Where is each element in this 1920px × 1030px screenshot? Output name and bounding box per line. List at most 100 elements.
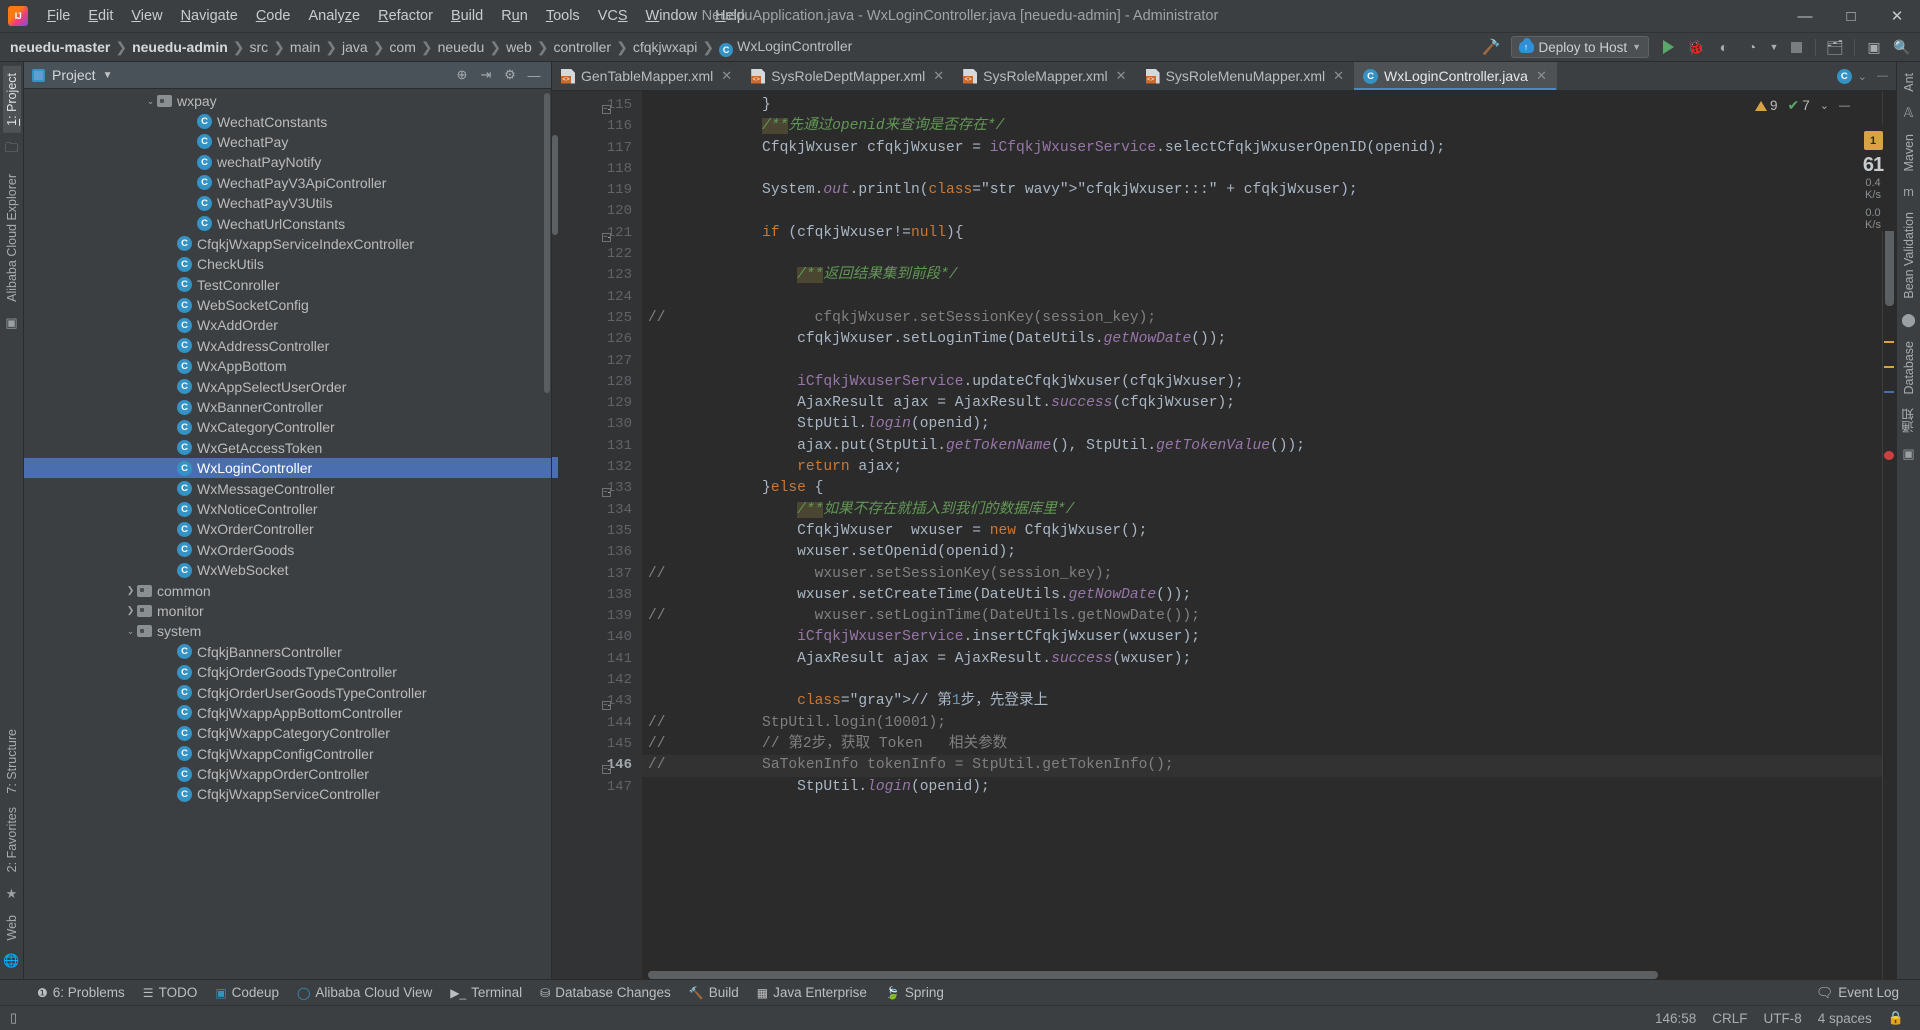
breadcrumb-item-1[interactable]: neuedu-admin [128,38,232,56]
bean-icon[interactable]: ⬤ [1901,306,1916,334]
line-number[interactable]: 122 [552,244,642,265]
tree-node[interactable]: •C CfqkjOrderUserGoodsTypeController [24,682,551,702]
tree-node[interactable]: •C WxCategoryController [24,417,551,437]
line-separator[interactable]: CRLF [1712,1011,1747,1026]
sidebar-item-database[interactable]: Database [1900,334,1918,402]
editor-gutter[interactable]: − − − − −115 116 117 118 119 120 121 122 123 124 125 12… [552,91,642,979]
menu-window[interactable]: Window [637,4,707,28]
breadcrumb-item-6[interactable]: neuedu [434,38,489,56]
weak-warning-count[interactable]: ✔ 7 [1788,97,1810,114]
line-number[interactable]: 142 [552,670,642,691]
chevron-down-icon[interactable]: ▼ [103,70,113,81]
tree-node[interactable]: •C CfqkjWxappOrderController [24,764,551,784]
horizontal-scrollbar-thumb[interactable] [648,971,1658,979]
run-configuration-selector[interactable]: Deploy to Host ▼ [1510,36,1649,58]
code-line[interactable]: }else { [642,478,1882,499]
web-icon[interactable]: 🌐 [3,947,19,975]
project-tree[interactable]: ⌄wxpay•CWechatConstants•CWechatPay•Cwech… [24,89,551,979]
editor-tab-bar[interactable]: GenTableMapper.xml✕SysRoleDeptMapper.xml… [552,62,1896,91]
coverage-icon[interactable]: ◐ [1710,35,1738,59]
sidebar-item-maven[interactable]: Maven [1900,127,1918,179]
star-icon[interactable]: ★ [6,880,18,908]
code-line[interactable]: wxuser.setCreateTime(DateUtils.getNowDat… [642,585,1882,606]
inspection-badge[interactable]: 1 [1863,131,1883,150]
tree-node[interactable]: •C TestConroller [24,275,551,295]
tree-node[interactable]: •C CfqkjBannersController [24,642,551,662]
settings-gear-icon[interactable]: ⚙ [499,64,521,86]
code-line[interactable]: // cfqkjWxuser.setSessionKey(session_key… [642,308,1882,329]
menu-tools[interactable]: Tools [537,4,589,28]
maven-icon[interactable]: m [1903,178,1914,205]
breadcrumb-item-5[interactable]: com [385,38,419,56]
menu-build[interactable]: Build [442,4,492,28]
hide-tabs-icon[interactable]: — [1873,70,1892,82]
breadcrumb-item-0[interactable]: neuedu-master [6,38,114,56]
code-line[interactable]: // wxuser.setSessionKey(session_key); [642,564,1882,585]
sidebar-item-project[interactable]: 1: Project [2,66,21,133]
tool-window-button-java-enterprise[interactable]: ▦ Java Enterprise [748,983,876,1002]
code-line[interactable] [642,244,1882,265]
chevron-down-icon[interactable]: ▼ [1766,35,1782,59]
code-line[interactable]: StpUtil.login(openid); [642,414,1882,435]
line-number[interactable]: 143 [552,691,642,712]
project-structure-icon[interactable]: 🗂 [1821,35,1849,59]
sidebar-item-alibaba-cloud-explorer[interactable]: Alibaba Cloud Explorer [3,167,21,309]
tree-node[interactable]: •C WxAddressController [24,336,551,356]
tree-node[interactable]: •C WxGetAccessToken [24,438,551,458]
cloud-toolkit-icon[interactable]: ▣ [5,309,17,337]
status-left-icon[interactable]: ▯ [10,1010,17,1026]
scrollbar-thumb[interactable] [1885,221,1894,306]
tool-window-button-build[interactable]: 🔨 Build [680,983,748,1002]
code-line[interactable]: if (cfqkjWxuser!=null){ [642,223,1882,244]
menu-run[interactable]: Run [492,4,537,28]
menu-code[interactable]: Code [247,4,300,28]
tree-node[interactable]: •C WxAppSelectUserOrder [24,376,551,396]
line-number[interactable]: 118 [552,159,642,180]
chevron-down-icon[interactable]: ⌄ [1854,70,1871,83]
sidebar-item-bean-validation[interactable]: Bean Validation [1900,205,1918,306]
close-icon[interactable]: ✕ [1333,68,1344,84]
code-line[interactable]: // // 第2步，获取 Token 相关参数 [642,734,1882,755]
caret-position[interactable]: 146:58 [1655,1011,1696,1026]
menu-navigate[interactable]: Navigate [172,4,247,28]
indent-setting[interactable]: 4 spaces [1818,1011,1872,1026]
line-number[interactable]: 120 [552,201,642,222]
tree-node[interactable]: ❯ common [24,580,551,600]
line-number[interactable]: 140 [552,627,642,648]
line-number[interactable]: 147 [552,777,642,798]
breadcrumb-item-3[interactable]: main [286,38,324,56]
code-text[interactable]: } /**先通过openid来查询是否存在*/ CfqkjWxuser cfqk… [642,91,1882,979]
code-line[interactable]: /**返回结果集到前段*/ [642,265,1882,286]
tool-window-button-codeup[interactable]: ▣ Codeup [206,983,288,1002]
menu-view[interactable]: View [122,4,171,28]
editor-tab[interactable]: SysRoleMenuMapper.xml ✕ [1137,62,1354,90]
line-number[interactable]: 145 [552,734,642,755]
editor-tab[interactable]: C WxLoginController.java ✕ [1354,62,1557,90]
code-line[interactable]: // SaTokenInfo tokenInfo = StpUtil.getTo… [642,755,1882,777]
close-icon[interactable]: ✕ [721,68,732,84]
breadcrumb-item-8[interactable]: controller [549,38,615,56]
code-line[interactable]: CfqkjWxuser wxuser = new CfqkjWxuser(); [642,521,1882,542]
tree-node[interactable]: •C WxNoticeController [24,499,551,519]
sidebar-item-ant[interactable]: Ant [1900,66,1918,99]
tree-node[interactable]: •C WxLoginController [24,458,551,479]
tool-window-button-alibaba-cloud-view[interactable]: ◯ Alibaba Cloud View [288,983,441,1002]
line-number[interactable]: 116 [552,116,642,137]
chevron-right-icon[interactable]: ❯ [124,585,137,596]
sidebar-item-structure[interactable]: 7: Structure [3,722,21,801]
line-number[interactable]: 141 [552,649,642,670]
tool-window-button-6-problems[interactable]: ❶ 6: Problems [28,983,134,1002]
line-number[interactable]: 115 [552,95,642,116]
sidebar-item-notifications[interactable]: 通知 [1897,401,1920,440]
code-line[interactable]: AjaxResult ajax = AjaxResult.success(wxu… [642,649,1882,670]
code-line[interactable]: class="gray">// 第1步，先登录上 [642,691,1882,712]
line-number[interactable]: 144 [552,713,642,734]
tree-node[interactable]: ⌄ system [24,621,551,641]
line-number[interactable]: 124 [552,287,642,308]
line-number[interactable]: 146 [552,755,642,776]
inspection-widget[interactable]: 9 ✔ 7 ⌄ — [1755,97,1850,114]
tool-window-button-database-changes[interactable]: ⛁ Database Changes [531,983,680,1002]
menu-refactor[interactable]: Refactor [369,4,442,28]
tree-node[interactable]: •C CfqkjWxappServiceController [24,784,551,804]
tree-node[interactable]: •C WxAppBottom [24,356,551,376]
